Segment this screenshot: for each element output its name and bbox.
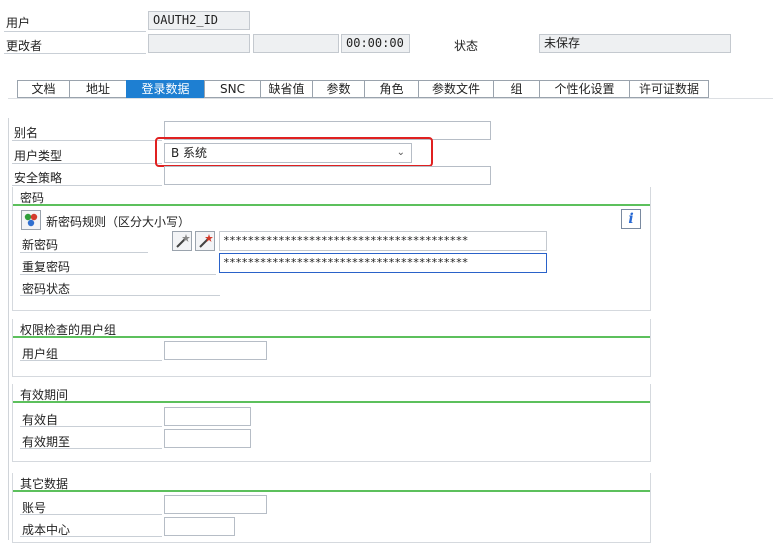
group-divider	[13, 204, 650, 206]
alias-input[interactable]	[164, 121, 491, 140]
changed-by-label: 更改者	[6, 39, 43, 53]
tab-address[interactable]: 地址	[69, 80, 126, 98]
divider	[4, 53, 146, 54]
group-divider	[13, 490, 650, 492]
tab-divider	[8, 98, 773, 99]
divider	[20, 274, 216, 275]
group-divider	[13, 401, 650, 403]
divider	[20, 448, 162, 449]
password-rules-text: 新密码规则（区分大小写）	[46, 215, 191, 229]
divider	[20, 514, 162, 515]
valid-from-input[interactable]	[164, 407, 251, 426]
chevron-down-icon: ⌄	[396, 147, 405, 158]
new-password-label: 新密码	[22, 238, 59, 252]
generate-password-icon[interactable]	[172, 231, 192, 251]
user-type-select[interactable]: B 系统 ⌄	[164, 143, 412, 163]
valid-to-input[interactable]	[164, 429, 251, 448]
divider	[20, 295, 220, 296]
status-label: 状态	[454, 39, 479, 53]
security-policy-input[interactable]	[164, 166, 491, 185]
changed-by-field[interactable]	[148, 34, 250, 53]
user-group-input[interactable]	[164, 341, 267, 360]
cost-center-input[interactable]	[164, 517, 235, 536]
divider	[4, 31, 146, 32]
divider	[20, 426, 162, 427]
divider	[20, 536, 162, 537]
tab-strip: 文档 地址 登录数据 SNC 缺省值 参数 角色 参数文件 组 个性化设置 许可…	[17, 80, 709, 98]
user-label: 用户	[6, 16, 31, 30]
tab-documentation[interactable]: 文档	[17, 80, 69, 98]
changed-time-field[interactable]: 00:00:00	[341, 34, 410, 53]
tab-roles[interactable]: 角色	[364, 80, 418, 98]
divider	[20, 360, 162, 361]
magic-wand-icon[interactable]	[195, 231, 215, 251]
info-icon[interactable]: i	[621, 209, 641, 229]
divider	[12, 163, 162, 164]
tab-profiles[interactable]: 参数文件	[418, 80, 493, 98]
auth-group: 权限检查的用户组	[12, 319, 651, 377]
status-field: 未保存	[539, 34, 731, 53]
password-rules-icon[interactable]	[21, 210, 41, 230]
other-data-group: 其它数据	[12, 473, 651, 543]
user-type-label: 用户类型	[14, 149, 63, 163]
validity-group: 有效期间	[12, 384, 651, 462]
tab-parameters[interactable]: 参数	[312, 80, 364, 98]
alias-label: 别名	[14, 126, 39, 140]
tab-logon-data[interactable]: 登录数据	[126, 80, 204, 98]
group-divider	[13, 336, 650, 338]
divider	[12, 185, 162, 186]
security-policy-label: 安全策略	[14, 171, 63, 185]
repeat-password-input[interactable]: ****************************************	[219, 253, 547, 273]
tab-license-data[interactable]: 许可证数据	[629, 80, 709, 98]
tab-snc[interactable]: SNC	[204, 80, 260, 98]
user-field[interactable]: OAUTH2_ID	[148, 11, 250, 30]
tab-groups[interactable]: 组	[493, 80, 539, 98]
changed-date-field[interactable]	[253, 34, 339, 53]
divider	[12, 140, 162, 141]
user-type-value: B 系统	[171, 146, 208, 160]
new-password-input[interactable]: ****************************************	[219, 231, 547, 251]
repeat-password-label: 重复密码	[22, 260, 71, 274]
account-input[interactable]	[164, 495, 267, 514]
tab-personalization[interactable]: 个性化设置	[539, 80, 629, 98]
tab-defaults[interactable]: 缺省值	[260, 80, 312, 98]
divider	[20, 252, 148, 253]
